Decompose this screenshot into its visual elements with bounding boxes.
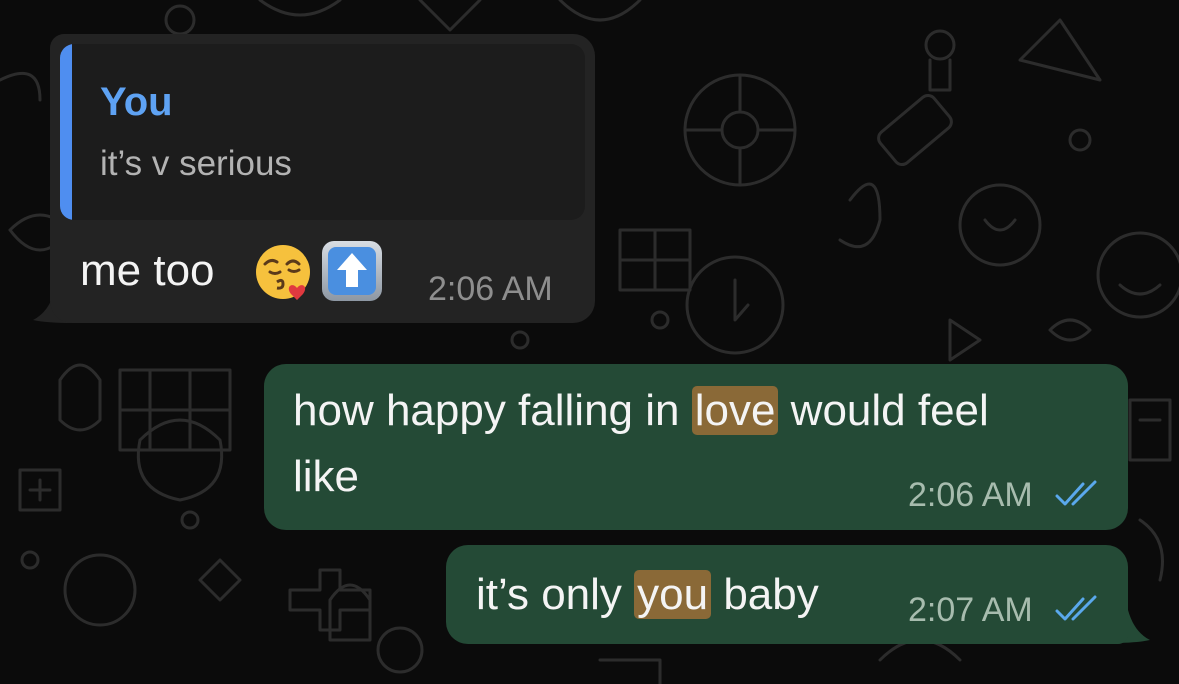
message-text-part: it’s only	[476, 570, 635, 619]
message-text-part: how happy falling in	[293, 386, 692, 435]
quote-text: it’s v serious	[100, 144, 292, 183]
incoming-message-text: me too	[80, 246, 215, 295]
quote-accent-bar	[60, 44, 72, 220]
message-text-part: baby	[711, 570, 819, 619]
search-highlight: you	[634, 570, 712, 619]
double-check-read-icon	[1055, 595, 1097, 621]
message-text-part: would feel	[778, 386, 989, 435]
outgoing-message-text: it’s only you baby	[476, 562, 819, 628]
double-check-read-icon	[1055, 480, 1097, 506]
quote-author: You	[100, 80, 173, 124]
outgoing-message-time: 2:06 AM	[908, 476, 1033, 514]
face-blowing-kiss-icon	[256, 245, 310, 300]
quoted-reply[interactable]: You it’s v serious	[60, 44, 585, 220]
outgoing-message-text: how happy falling in love would feel lik…	[293, 378, 989, 510]
incoming-message-time: 2:06 AM	[428, 270, 553, 308]
search-highlight: love	[691, 386, 779, 435]
message-text-part: like	[293, 452, 360, 501]
outgoing-message-time: 2:07 AM	[908, 591, 1033, 629]
up-arrow-button-icon	[322, 241, 382, 301]
